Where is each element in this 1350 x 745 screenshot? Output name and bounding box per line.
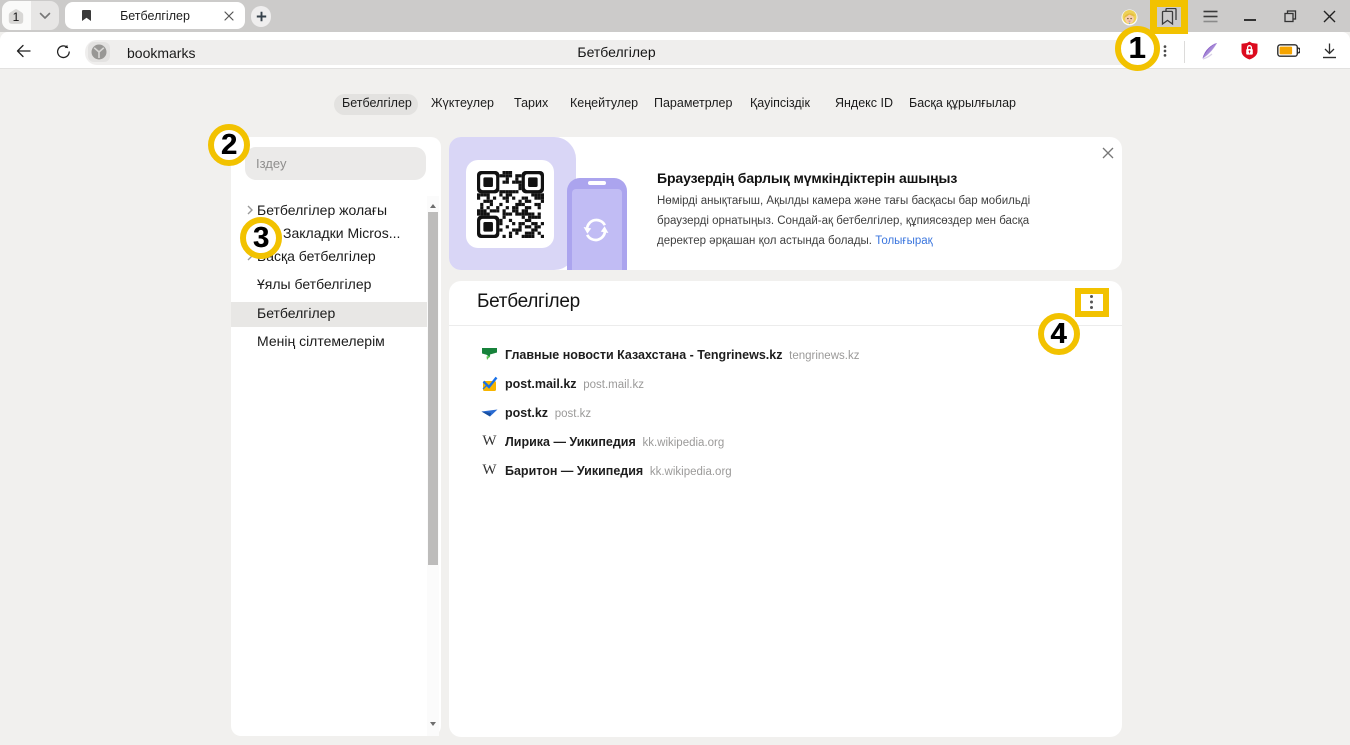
svg-text:1: 1 [13,10,20,24]
